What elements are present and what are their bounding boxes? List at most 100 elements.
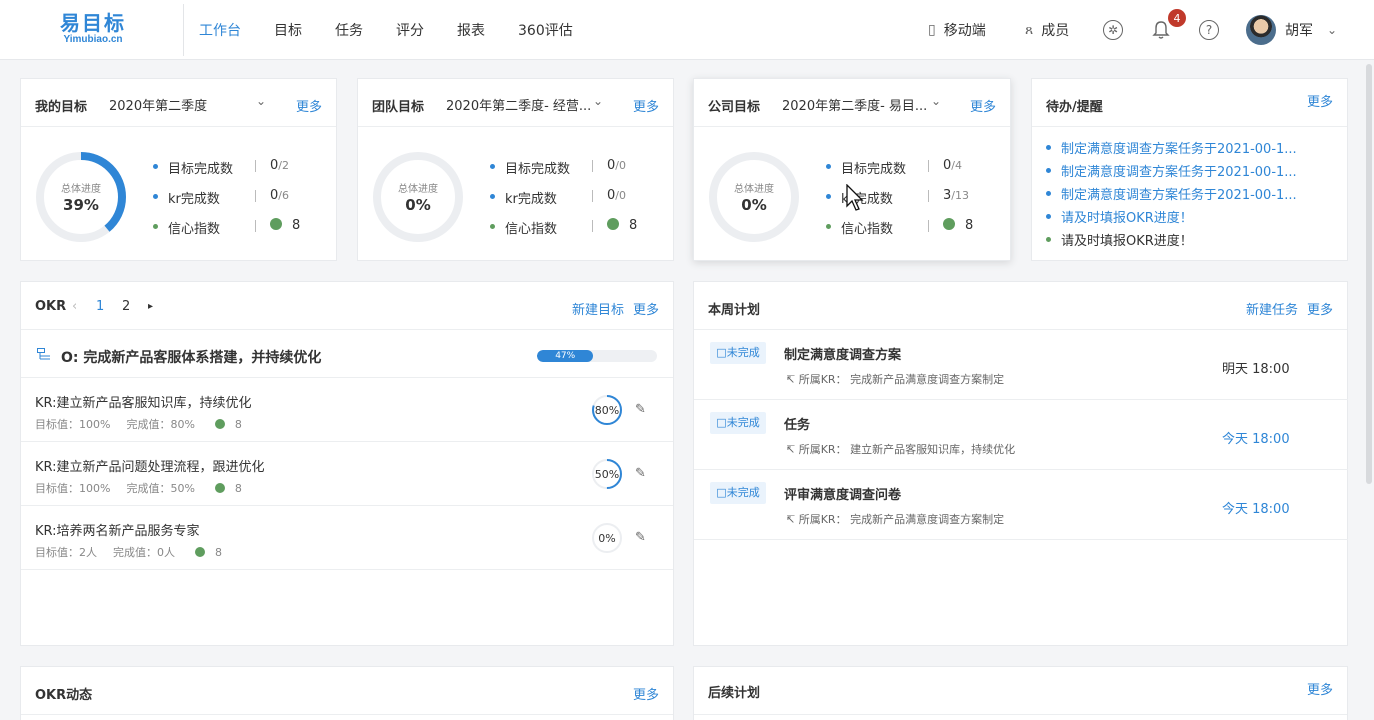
logo[interactable]: 易目标 Yimubiao.cn: [58, 12, 128, 46]
confidence-dot: [195, 547, 205, 557]
todo-card: 待办/提醒 更多 制定满意度调查方案任务于2021-00-1... 制定满意度调…: [1031, 78, 1348, 261]
objective-row[interactable]: O: 完成新产品客服体系搭建，并持续优化 47%: [21, 330, 673, 378]
okr-feed-card: OKR动态 更多: [20, 666, 674, 720]
kr-meta: 目标值：100% 完成值：80% 8: [35, 418, 242, 431]
nav-workbench[interactable]: 工作台: [199, 20, 241, 40]
period-select[interactable]: 2020年第二季度- 经营...: [446, 95, 591, 114]
more-link[interactable]: 更多: [633, 299, 659, 318]
avatar: [1246, 15, 1276, 45]
kr-title: KR:建立新产品问题处理流程，跟进优化: [35, 460, 265, 475]
task-kr: ↸ 所属KR： 建立新产品客服知识库，持续优化: [786, 443, 1016, 456]
task-due: 今天 18:00: [1222, 432, 1290, 447]
status-badge[interactable]: □未完成: [710, 342, 766, 364]
edit-icon[interactable]: ✎: [635, 530, 646, 545]
todo-item[interactable]: 制定满意度调查方案任务于2021-00-1...: [1046, 184, 1297, 203]
page-1[interactable]: 1: [96, 299, 104, 314]
scrollbar-thumb[interactable]: [1366, 64, 1372, 484]
more-link[interactable]: 更多: [1307, 299, 1333, 318]
mobile-link[interactable]: ▯ 移动端: [928, 0, 986, 60]
edit-icon[interactable]: ✎: [635, 466, 646, 481]
card-header: 我的目标 2020年第二季度 ⌄ 更多: [21, 79, 336, 127]
task-kr: ↸ 所属KR： 完成新产品满意度调查方案制定: [786, 373, 1005, 386]
notification-button[interactable]: [1152, 0, 1170, 60]
more-link[interactable]: 更多: [296, 96, 322, 115]
task-title: 评审满意度调查问卷: [784, 488, 902, 503]
task-due: 明天 18:00: [1222, 362, 1290, 377]
bullet-dot: [1046, 214, 1051, 219]
next-page-icon[interactable]: ▸: [148, 301, 153, 312]
more-link[interactable]: 更多: [633, 96, 659, 115]
task-due: 今天 18:00: [1222, 502, 1290, 517]
card-title: 我的目标: [35, 100, 88, 115]
objective-icon: [37, 348, 50, 360]
theme-button[interactable]: ✲: [1103, 0, 1123, 60]
page-2[interactable]: 2: [122, 299, 130, 314]
kr-row[interactable]: KR:培养两名新产品服务专家 目标值：2人 完成值：0人 8 0% ✎: [21, 506, 673, 570]
confidence-dot: [270, 218, 282, 230]
status-badge[interactable]: □未完成: [710, 412, 766, 434]
nav-tasks[interactable]: 任务: [335, 20, 363, 40]
confidence-dot: [607, 218, 619, 230]
progress-value: 39%: [63, 196, 99, 214]
company-goal-card: 公司目标 2020年第二季度- 易目... ⌄ 更多 总体进度 0% 目标完成数…: [693, 78, 1011, 261]
new-goal-button[interactable]: 新建目标: [572, 299, 624, 318]
chevron-down-icon[interactable]: ⌄: [256, 94, 266, 108]
nav-goals[interactable]: 目标: [274, 20, 302, 40]
todo-item[interactable]: 请及时填报OKR进度！: [1046, 207, 1193, 226]
chevron-down-icon: ⌄: [1327, 23, 1338, 37]
period-select[interactable]: 2020年第二季度: [109, 95, 207, 114]
prev-page-icon[interactable]: ‹: [72, 299, 77, 314]
chevron-down-icon[interactable]: ⌄: [931, 94, 941, 108]
edit-icon[interactable]: ✎: [635, 402, 646, 417]
user-name: 胡军: [1285, 23, 1313, 39]
more-link[interactable]: 更多: [1307, 679, 1333, 698]
link-icon: ↸: [786, 373, 799, 386]
members-link[interactable]: ጸ 成员: [1025, 0, 1069, 60]
kr-meta: 目标值：100% 完成值：50% 8: [35, 482, 242, 495]
card-title: 公司目标: [708, 100, 761, 115]
kr-meta: 目标值：2人 完成值：0人 8: [35, 546, 222, 559]
task-row[interactable]: □未完成 制定满意度调查方案 ↸ 所属KR： 完成新产品满意度调查方案制定 明天…: [694, 330, 1348, 400]
user-menu[interactable]: 胡军 ⌄: [1246, 0, 1337, 60]
aperture-icon: ✲: [1103, 20, 1123, 40]
card-header: OKR ‹ 1 2 ▸ 新建目标 更多: [21, 282, 673, 330]
confidence-dot: [214, 419, 225, 429]
bullet-dot: [1046, 168, 1051, 173]
todo-item[interactable]: 请及时填报OKR进度！: [1046, 230, 1193, 249]
card-header: OKR动态 更多: [21, 667, 673, 715]
card-header: 团队目标 2020年第二季度- 经营... ⌄ 更多: [358, 79, 673, 127]
kr-row[interactable]: KR:建立新产品问题处理流程，跟进优化 目标值：100% 完成值：50% 8 50%…: [21, 442, 673, 506]
kr-row[interactable]: KR:建立新产品客服知识库，持续优化 目标值：100% 完成值：80% 8 80% …: [21, 378, 673, 442]
progress-value: 0%: [405, 196, 431, 214]
later-plan-card: 后续计划 更多: [693, 666, 1348, 720]
nav-360[interactable]: 360评估: [518, 20, 573, 40]
card-body: 总体进度 39% 目标完成数 0/2 kr完成数 0/6 信心指数 8: [21, 127, 338, 262]
more-link[interactable]: 更多: [1307, 91, 1333, 110]
card-body: 总体进度 0% 目标完成数 0/0 kr完成数 0/0 信心指数 8: [358, 127, 675, 262]
card-title: 待办/提醒: [1046, 100, 1103, 115]
todo-item[interactable]: 制定满意度调查方案任务于2021-00-1...: [1046, 161, 1297, 180]
task-title: 任务: [784, 418, 811, 433]
kr-title: KR:建立新产品客服知识库，持续优化: [35, 396, 252, 411]
task-row[interactable]: □未完成 任务 ↸ 所属KR： 建立新产品客服知识库，持续优化 今天 18:00: [694, 400, 1348, 470]
nav-reports[interactable]: 报表: [457, 20, 485, 40]
status-badge[interactable]: □未完成: [710, 482, 766, 504]
more-link[interactable]: 更多: [970, 96, 996, 115]
period-select[interactable]: 2020年第二季度- 易目...: [782, 95, 927, 114]
chevron-down-icon[interactable]: ⌄: [593, 94, 603, 108]
progress-label: 总体进度: [398, 184, 438, 195]
members-icon: ጸ: [1025, 22, 1034, 38]
progress-label: 总体进度: [61, 184, 101, 195]
card-title: 本周计划: [708, 303, 761, 318]
objective-progress-fill: 47%: [537, 350, 594, 362]
main-nav: 工作台 目标 任务 评分 报表 360评估: [199, 0, 606, 60]
help-button[interactable]: ?: [1199, 0, 1219, 60]
nav-scoring[interactable]: 评分: [396, 20, 424, 40]
confidence-dot: [214, 483, 225, 493]
todo-item[interactable]: 制定满意度调查方案任务于2021-00-1...: [1046, 138, 1297, 157]
new-task-button[interactable]: 新建任务: [1246, 299, 1298, 318]
more-link[interactable]: 更多: [633, 684, 659, 703]
card-header: 公司目标 2020年第二季度- 易目... ⌄ 更多: [694, 79, 1010, 127]
card-title: 团队目标: [372, 100, 425, 115]
task-row[interactable]: □未完成 评审满意度调查问卷 ↸ 所属KR： 完成新产品满意度调查方案制定 今天…: [694, 470, 1348, 540]
